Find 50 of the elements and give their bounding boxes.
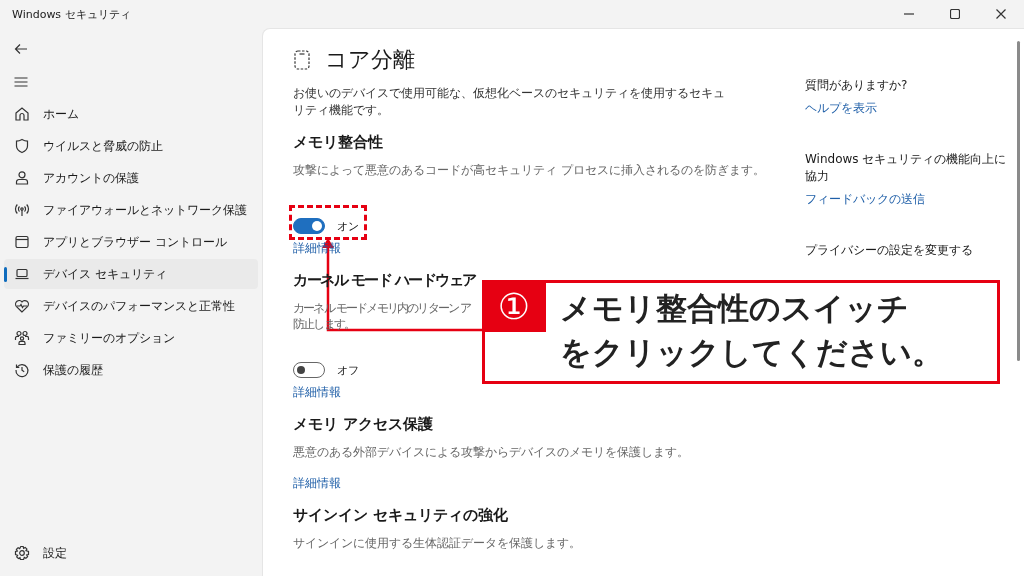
- aside-heading: 質問がありますか?: [805, 77, 909, 94]
- browser-window-icon: [14, 234, 30, 250]
- person-icon: [14, 170, 30, 186]
- section-heading: メモリ整合性: [293, 133, 383, 152]
- close-icon: [996, 9, 1006, 19]
- gear-icon: [14, 545, 30, 561]
- section-description: 攻撃によって悪意のあるコードが高セキュリティ プロセスに挿入されるのを防ぎます。: [293, 162, 765, 178]
- more-info-link[interactable]: 詳細情報: [293, 475, 341, 492]
- home-icon: [14, 106, 30, 122]
- laptop-icon: [14, 266, 30, 282]
- scrollbar[interactable]: [1017, 41, 1020, 361]
- heart-pulse-icon: [14, 298, 30, 314]
- sidebar-item[interactable]: ファミリーのオプション: [4, 323, 258, 353]
- shield-icon: [14, 138, 30, 154]
- sidebar-item[interactable]: 保護の履歴: [4, 355, 258, 385]
- menu-icon: [14, 75, 28, 88]
- sidebar-item[interactable]: ホーム: [4, 99, 258, 129]
- aside-link[interactable]: ヘルプを表示: [805, 100, 877, 117]
- aside-heading: プライバシーの設定を変更する: [805, 242, 974, 259]
- chip-outline-icon: [293, 49, 311, 71]
- toggle-label: オン: [337, 218, 359, 234]
- maximize-icon: [950, 9, 960, 19]
- sidebar-item[interactable]: アプリとブラウザー コントロール: [4, 227, 258, 257]
- page-title: コア分離: [325, 46, 415, 74]
- sidebar-item[interactable]: ウイルスと脅威の防止: [4, 131, 258, 161]
- step-number: ①: [482, 280, 546, 332]
- page-description: お使いのデバイスで使用可能な、仮想化ベースのセキュリティを使用するセキュリティ機能です。: [293, 85, 726, 119]
- sidebar-item[interactable]: デバイス セキュリティ: [4, 259, 258, 289]
- toggle-label: オフ: [337, 362, 359, 378]
- family-icon: [14, 330, 30, 346]
- history-icon: [14, 362, 30, 378]
- section-heading: サインイン セキュリティの強化: [293, 506, 509, 525]
- toggle-switch[interactable]: [293, 218, 325, 234]
- aside-link[interactable]: フィードバックの送信: [805, 191, 925, 208]
- section-description: サインインに使用する生体認証データを保護します。: [293, 535, 581, 551]
- back-arrow-icon: [14, 42, 28, 55]
- sidebar-item[interactable]: デバイスのパフォーマンスと正常性: [4, 291, 258, 321]
- more-info-link[interactable]: 詳細情報: [293, 384, 341, 401]
- sidebar-item[interactable]: ファイアウォールとネットワーク保護: [4, 195, 258, 225]
- aside-heading: Windows セキュリティの機能向上に協力: [805, 151, 1008, 185]
- antenna-icon: [14, 202, 30, 218]
- toggle-switch[interactable]: [293, 362, 325, 378]
- selection-indicator: [4, 267, 7, 282]
- settings-item[interactable]: 設定: [4, 538, 258, 568]
- callout-text: をクリックしてください。: [560, 333, 943, 372]
- section-description: 悪意のある外部デバイスによる攻撃からデバイスのメモリを保護します。: [293, 444, 689, 460]
- sidebar-item[interactable]: アカウントの保護: [4, 163, 258, 193]
- section-heading: メモリ アクセス保護: [293, 415, 434, 434]
- window-title: Windows セキュリティ: [12, 6, 131, 22]
- callout-text: メモリ整合性のスイッチ: [560, 289, 909, 328]
